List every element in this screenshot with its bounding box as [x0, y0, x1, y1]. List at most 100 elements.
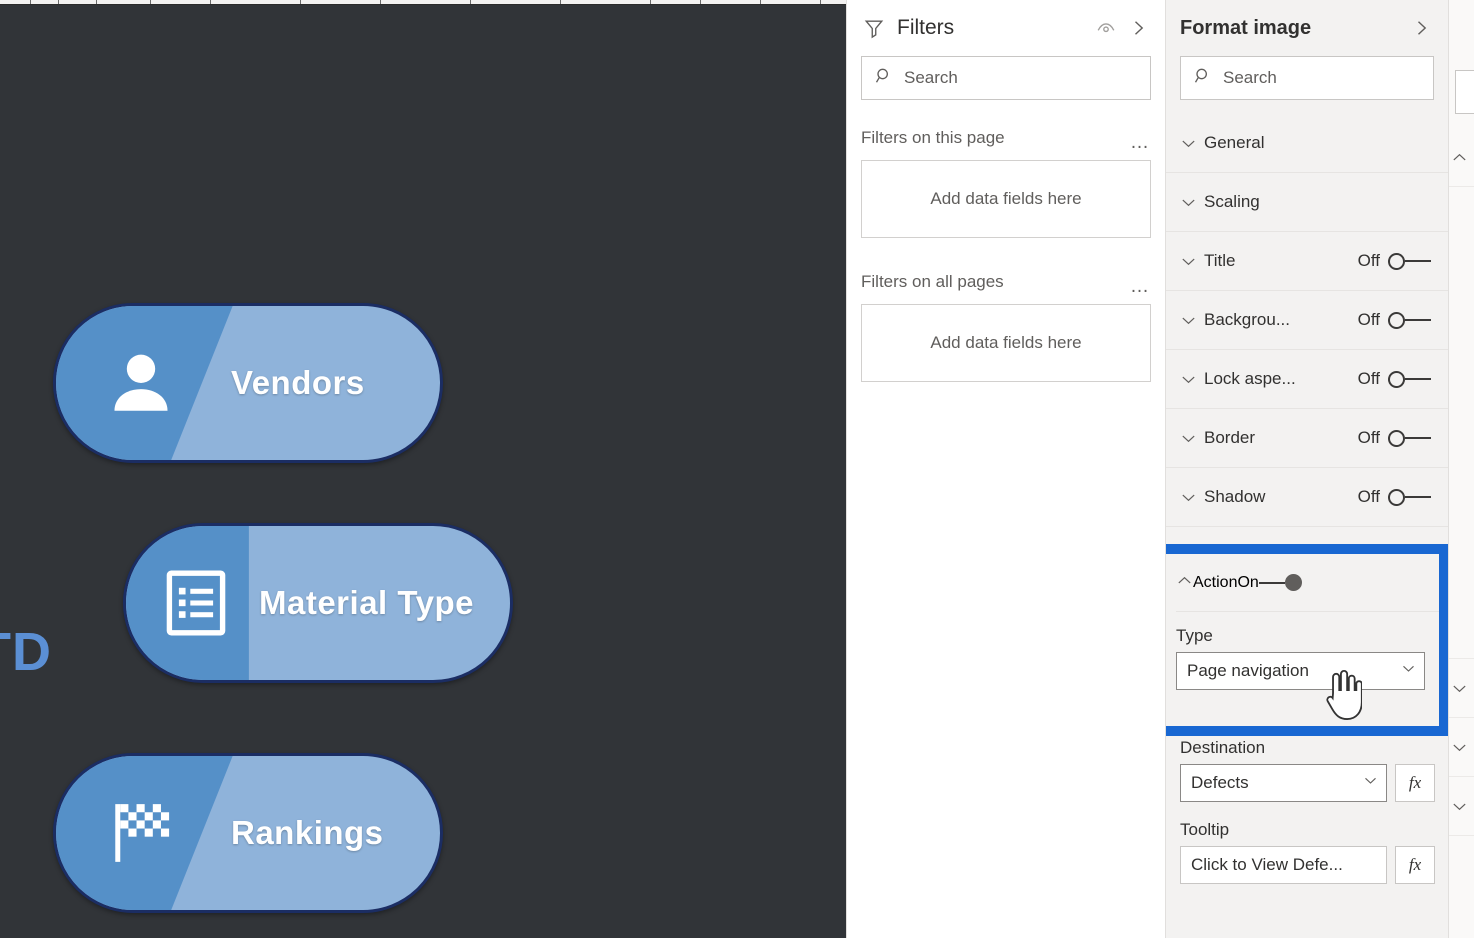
report-canvas[interactable]: TD Vendors — [0, 5, 846, 938]
format-section-label: Backgrou... — [1204, 310, 1290, 329]
filter-group-all-pages: Filters on all pages … Add data fields h… — [861, 272, 1151, 382]
destination-value: Defects — [1191, 773, 1249, 792]
cut-off-canvas-text: TD — [0, 622, 52, 682]
fx-label: fx — [1408, 773, 1422, 792]
filter-dropzone[interactable]: Add data fields here — [861, 160, 1151, 238]
chevron-right-icon[interactable] — [1408, 15, 1434, 41]
tooltip-field: Tooltip Click to View Defe... fx — [1180, 820, 1435, 884]
chevron-up-icon — [1176, 572, 1193, 594]
nav-button-label: Vendors — [231, 364, 365, 401]
filter-dropzone[interactable]: Add data fields here — [861, 304, 1151, 382]
filter-group-menu-icon[interactable]: … — [1130, 277, 1151, 296]
format-section-shadow[interactable]: Shadow Off — [1166, 468, 1448, 527]
destination-fx-button[interactable]: fx — [1395, 764, 1435, 802]
format-panel-header: Format image — [1166, 0, 1448, 56]
chevron-down-icon[interactable] — [1449, 718, 1474, 777]
chevron-down-icon — [1180, 135, 1204, 152]
format-section-label: Title — [1204, 251, 1236, 270]
chevron-down-icon[interactable] — [1449, 777, 1474, 836]
eye-icon[interactable] — [1093, 15, 1119, 41]
format-section-action[interactable]: Action On — [1176, 554, 1439, 612]
shadow-toggle[interactable] — [1388, 488, 1434, 506]
toggle-state-label: Off — [1357, 369, 1380, 388]
filter-group-label: Filters on this page — [861, 128, 1005, 147]
toggle-state-label: Off — [1357, 487, 1380, 506]
filter-dropzone-label: Add data fields here — [930, 189, 1082, 208]
action-section-highlight: Action On Type Page navigation — [1166, 544, 1448, 736]
filter-group-menu-icon[interactable]: … — [1130, 133, 1151, 152]
format-section-border[interactable]: Border Off — [1166, 409, 1448, 468]
format-search-input[interactable]: Search — [1180, 56, 1434, 100]
chevron-down-icon[interactable] — [1449, 659, 1474, 718]
nav-button-label: Rankings — [231, 814, 384, 851]
list-icon — [126, 526, 266, 680]
format-section-lock-aspect[interactable]: Lock aspe... Off — [1166, 350, 1448, 409]
chevron-down-icon — [1180, 312, 1204, 329]
app-window: TD Vendors — [0, 0, 1474, 938]
toggle-state-label: Off — [1357, 428, 1380, 447]
tooltip-input[interactable]: Click to View Defe... — [1180, 846, 1387, 884]
checkered-flag-icon — [56, 756, 226, 910]
format-search-wrap: Search — [1166, 56, 1448, 114]
chevron-up-icon[interactable] — [1449, 128, 1474, 187]
format-section-title[interactable]: Title Off — [1166, 232, 1448, 291]
tooltip-value: Click to View Defe... — [1191, 855, 1343, 874]
chevron-down-icon — [1180, 489, 1204, 506]
destination-field: Destination Defects fx — [1180, 738, 1435, 802]
format-section-label: Border — [1204, 428, 1256, 447]
nav-button-vendors[interactable]: Vendors — [53, 303, 443, 463]
tooltip-label: Tooltip — [1180, 820, 1230, 839]
toggle-state-label: Off — [1357, 251, 1380, 270]
filter-group-label: Filters on all pages — [861, 272, 1004, 291]
filters-search-wrap: Search — [847, 56, 1165, 114]
chevron-right-icon[interactable] — [1125, 15, 1151, 41]
chevron-down-icon — [1180, 371, 1204, 388]
type-label: Type — [1176, 626, 1213, 645]
action-toggle[interactable] — [1258, 574, 1305, 591]
toggle-state-label: On — [1237, 573, 1259, 591]
format-panel-title: Format image — [1180, 16, 1312, 39]
action-body: Type Page navigation — [1176, 612, 1439, 690]
chevron-down-icon — [1180, 253, 1204, 270]
title-toggle[interactable] — [1388, 252, 1434, 270]
filters-panel: Filters Search Filters on this page … Ad… — [846, 0, 1165, 938]
format-section-label: Shadow — [1204, 487, 1266, 506]
nav-button-material-type[interactable]: Material Type — [123, 523, 513, 683]
background-toggle[interactable] — [1388, 311, 1434, 329]
adjacent-search-input[interactable] — [1455, 70, 1474, 114]
format-section-scaling[interactable]: Scaling — [1166, 173, 1448, 232]
filters-search-placeholder: Search — [904, 68, 958, 87]
type-dropdown[interactable]: Page navigation — [1176, 652, 1425, 690]
action-section-label: Action — [1193, 573, 1238, 591]
toggle-state-label: Off — [1357, 310, 1380, 329]
chevron-down-icon — [1363, 773, 1378, 793]
lock-aspect-toggle[interactable] — [1388, 370, 1434, 388]
chevron-down-icon — [1180, 194, 1204, 211]
chevron-down-icon — [1180, 430, 1204, 447]
filters-search-input[interactable]: Search — [861, 56, 1151, 100]
tooltip-fx-button[interactable]: fx — [1395, 846, 1435, 884]
search-icon — [874, 66, 894, 91]
format-section-label: Scaling — [1204, 192, 1260, 211]
format-sections-list: General Scaling Title Off Backgrou... Of… — [1166, 114, 1448, 527]
search-icon — [1193, 66, 1213, 91]
fx-label: fx — [1408, 855, 1422, 874]
filter-dropzone-label: Add data fields here — [930, 333, 1082, 352]
nav-button-rankings[interactable]: Rankings — [53, 753, 443, 913]
format-search-placeholder: Search — [1223, 68, 1277, 87]
format-section-background[interactable]: Backgrou... Off — [1166, 291, 1448, 350]
border-toggle[interactable] — [1388, 429, 1434, 447]
nav-button-label: Material Type — [259, 584, 474, 621]
format-image-panel: Format image Search General Scaling Titl… — [1165, 0, 1448, 938]
destination-label: Destination — [1180, 738, 1266, 757]
type-value: Page navigation — [1187, 661, 1309, 680]
filters-body: Filters on this page … Add data fields h… — [847, 114, 1165, 382]
action-fields: Destination Defects fx Tooltip Click to … — [1166, 738, 1448, 902]
destination-dropdown[interactable]: Defects — [1180, 764, 1387, 802]
filters-panel-header: Filters — [847, 0, 1165, 56]
filters-panel-title: Filters — [897, 16, 955, 39]
format-section-label: Lock aspe... — [1204, 369, 1296, 388]
format-section-label: General — [1204, 133, 1265, 152]
format-section-general[interactable]: General — [1166, 114, 1448, 173]
chevron-down-icon — [1401, 661, 1416, 681]
